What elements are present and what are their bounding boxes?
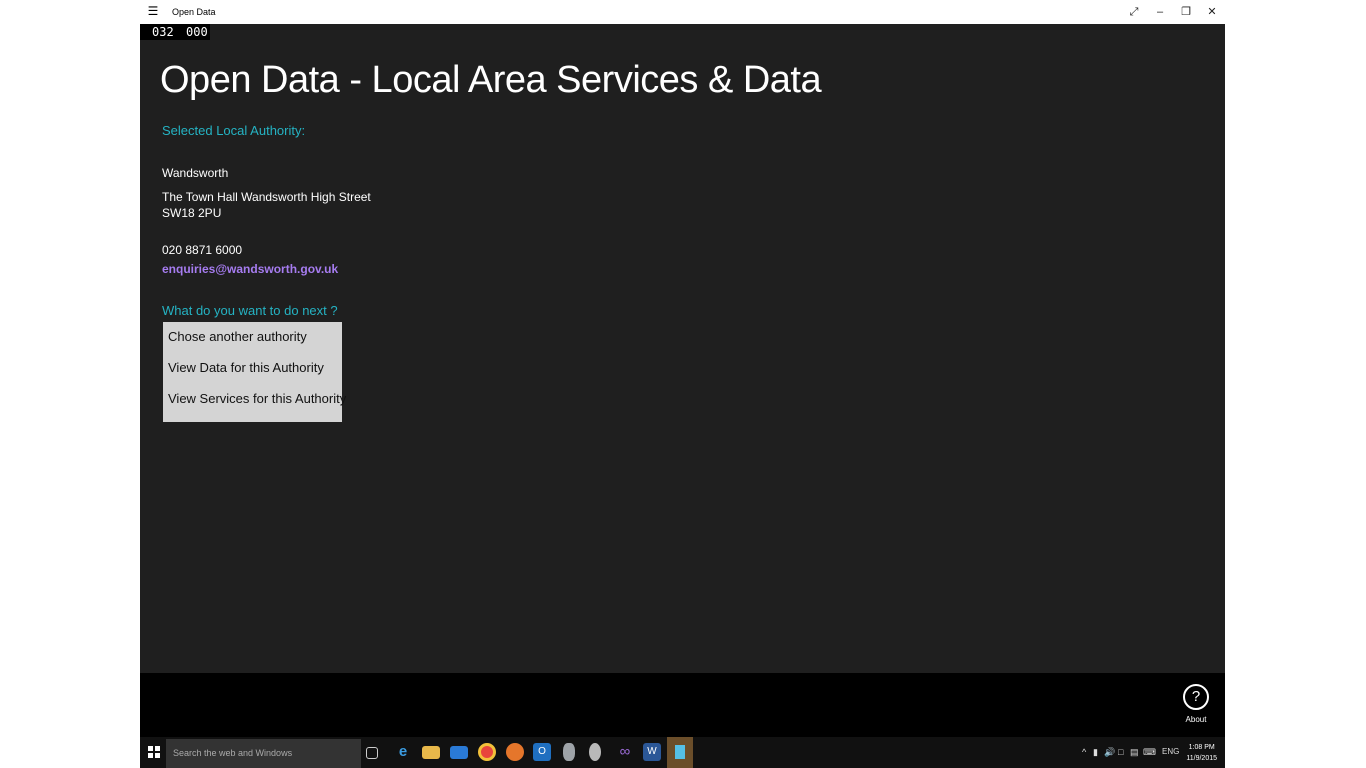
clock[interactable]: 1:08 PM 11/9/2015 [1186,742,1217,764]
selected-authority-label: Selected Local Authority: [162,123,306,138]
frame-rate-right: 000 [186,25,208,39]
action-list: Chose another authority View Data for th… [163,322,346,422]
view-data-option[interactable]: View Data for this Authority [168,359,324,377]
outlook-icon[interactable]: O [533,743,551,761]
visual-studio-icon[interactable]: ∞ [616,743,634,761]
title-bar: ☰ Open Data ⤢ – ❐ ✕ [140,0,1225,24]
authority-email-link[interactable]: enquiries@wandsworth.gov.uk [162,261,338,277]
frame-rate-counter: 032 000 [140,24,210,40]
help-question-icon: ? [1183,684,1209,710]
chrome-icon[interactable] [478,743,496,761]
frame-rate-left: 032 [152,25,174,39]
page-title: Open Data - Local Area Services & Data [160,59,822,101]
next-action-label: What do you want to do next ? [162,303,338,318]
about-button[interactable]: ? About [1181,684,1211,726]
volume-icon[interactable]: 🔊 [1104,746,1115,758]
restore-icon[interactable]: ❐ [1177,3,1195,21]
taskbar-search-input[interactable]: Search the web and Windows [166,739,361,768]
file-explorer-icon[interactable] [422,746,440,759]
hamburger-menu-icon[interactable]: ☰ [146,3,160,19]
about-label: About [1185,715,1207,724]
authority-address-line1: The Town Hall Wandsworth High Street [162,190,371,204]
word-icon[interactable]: W [643,743,661,761]
system-tray: ^ ▮ 🔊 □ ▤ ⌨ ENG 1:08 PM 11/9/2015 [1075,737,1225,768]
app-icon[interactable] [589,743,601,761]
store-icon[interactable] [450,746,468,759]
app-bar: ? About [140,673,1225,737]
authority-name: Wandsworth [162,166,229,180]
choose-another-authority-option[interactable]: Chose another authority [168,328,307,346]
task-view-icon[interactable] [366,747,378,759]
language-indicator[interactable]: ENG [1162,746,1179,758]
authority-phone: 020 8871 6000 [162,243,243,257]
window-title: Open Data [172,7,216,17]
close-icon[interactable]: ✕ [1203,3,1221,21]
minimize-icon[interactable]: – [1151,3,1169,21]
open-data-app-icon [675,745,685,759]
battery-icon[interactable]: ▮ [1093,746,1098,758]
view-services-option[interactable]: View Services for this Authority [168,390,346,408]
fullscreen-icon[interactable]: ⤢ [1125,3,1143,21]
edge-browser-icon[interactable]: e [394,743,412,761]
keyboard-icon[interactable]: ⌨ [1143,746,1156,758]
open-data-taskbar-button[interactable] [667,737,693,768]
windows-start-icon[interactable] [148,746,160,758]
database-icon[interactable] [563,743,575,761]
network-icon[interactable]: □ [1118,746,1123,758]
authority-address-line2: SW18 2PU [162,206,222,220]
firefox-icon[interactable] [506,743,524,761]
clock-time: 1:08 PM [1188,744,1215,751]
chevron-up-icon[interactable]: ^ [1082,746,1086,758]
taskbar: Search the web and Windows e O ∞ W ^ ▮ 🔊… [140,737,1225,768]
app-window: ☰ Open Data ⤢ – ❐ ✕ 032 000 Open Data - … [140,0,1225,768]
clock-date: 11/9/2015 [1186,755,1217,762]
notification-icon[interactable]: ▤ [1130,746,1139,758]
